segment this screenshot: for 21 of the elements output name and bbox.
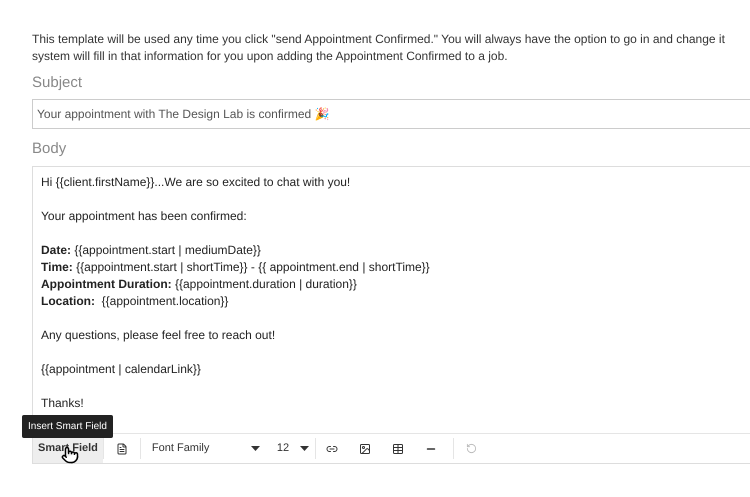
body-label: Body: [32, 139, 68, 159]
body-text-line: {{appointment | calendarLink}}: [41, 361, 202, 378]
image-icon[interactable]: [358, 442, 371, 454]
document-icon[interactable]: [116, 442, 128, 454]
caret-icon: [250, 446, 260, 451]
caret-icon: [300, 446, 309, 451]
body-text-line: Your appointment has been confirmed:: [41, 208, 248, 225]
font-family-select[interactable]: Font Family: [140, 434, 271, 463]
body-text-line: Thanks!: [41, 395, 85, 412]
body-text-line: Appointment Duration: {{appointment.duration | duration}}: [41, 276, 358, 293]
font-size-select[interactable]: 12: [270, 434, 315, 463]
table-icon[interactable]: [392, 442, 404, 454]
tooltip: Insert Smart Field: [22, 415, 113, 438]
subject-label: Subject: [32, 73, 84, 93]
body-text-line: Location: {{appointment.location}}: [41, 293, 230, 310]
subject-field[interactable]: Your appointment with The Design Lab is confirmed 🎉: [32, 99, 750, 129]
body-text-line: Time: {{appointment.start | shortTime}} - {{ appointment.end | shortTime}}: [41, 259, 431, 276]
intro-text: This template will be used any time you click "send Appointment Confirmed." You will always have the option to go in and change it system will fill in that information for you upon adding the Appointment Confirmed to a job.: [32, 31, 726, 65]
body-text-line: Any questions, please feel free to reach out!: [41, 327, 276, 344]
body-text-line: Hi {{client.firstName}}...We are so excited to chat with you!: [41, 174, 352, 191]
body-text-line: Date: {{appointment.start | mediumDate}}: [41, 242, 262, 259]
